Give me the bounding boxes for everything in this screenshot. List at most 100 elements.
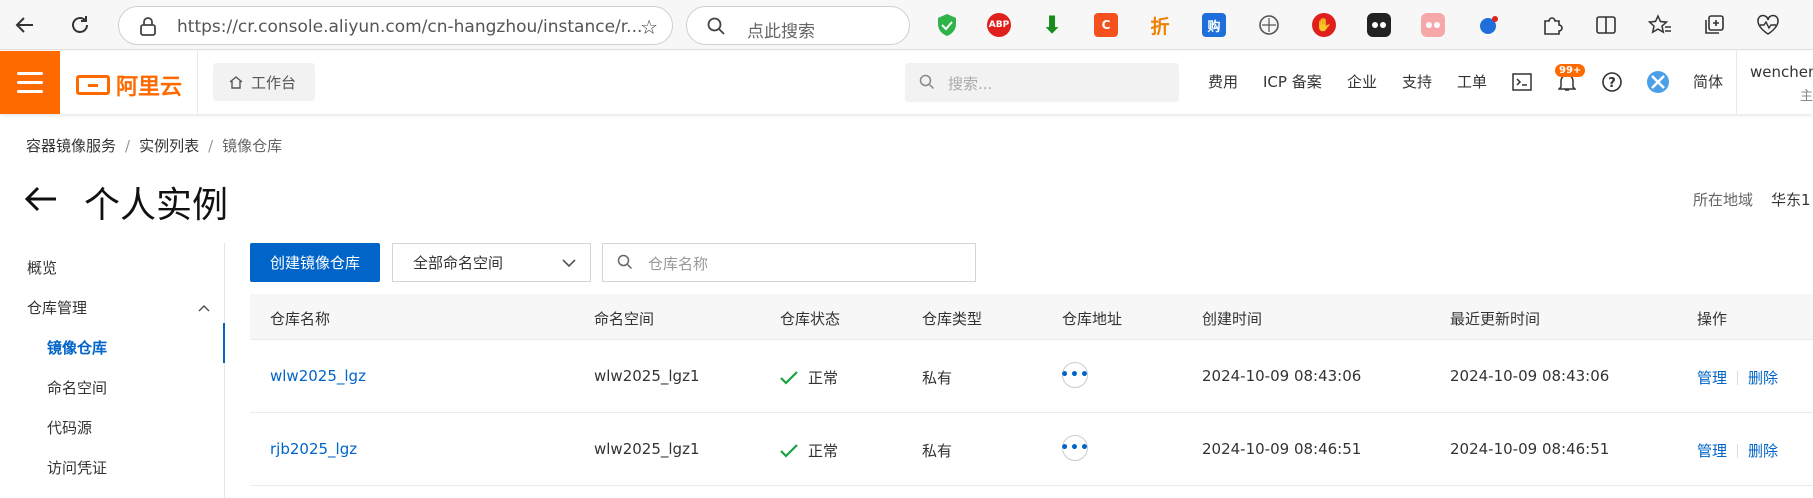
create-repo-button[interactable]: 创建镜像仓库 [250, 243, 380, 282]
sidebar-item-code-source[interactable]: 代码源 [47, 417, 92, 438]
c-icon[interactable]: C [1094, 13, 1118, 37]
search-icon [707, 17, 725, 39]
col-created: 创建时间 [1202, 310, 1263, 328]
nav-ticket[interactable]: 工单 [1457, 71, 1487, 92]
col-address: 仓库地址 [1062, 310, 1123, 328]
favorites-icon[interactable] [1648, 13, 1672, 37]
repo-name-link[interactable]: rjb2025_lgz [270, 440, 357, 458]
console-search-placeholder: 搜索... [948, 75, 993, 93]
repo-status: 正常 [780, 440, 838, 461]
workbench-label: 工作台 [251, 73, 297, 92]
repo-type: 私有 [922, 369, 953, 387]
home-icon [229, 76, 243, 89]
download-icon[interactable]: ⬇ [1040, 11, 1064, 39]
logo-text: 阿里云 [116, 75, 183, 100]
repo-name-link[interactable]: wlw2025_lgz [270, 367, 366, 385]
repo-namespace: wlw2025_lgz1 [594, 440, 700, 458]
heartbeat-icon[interactable] [1756, 13, 1780, 37]
delete-link[interactable]: 删除 [1748, 367, 1778, 388]
workbench-button[interactable]: 工作台 [213, 63, 315, 101]
table-row: rjb2025_lgz wlw2025_lgz1 正常 私有 ••• 2024-… [250, 413, 1813, 486]
record-icon[interactable] [1421, 13, 1445, 37]
more-icon[interactable]: ••• [1060, 362, 1089, 388]
browser-search[interactable]: 点此搜索 [686, 6, 910, 45]
nav-support[interactable]: 支持 [1402, 71, 1432, 92]
console-topbar: 阿里云 工作台 搜索... 费用 ICP 备案 企业 支持 工单 99+ ? 简… [0, 51, 1813, 114]
page-title: 个人实例 [84, 185, 229, 226]
delete-link[interactable]: 删除 [1748, 440, 1778, 461]
back-icon[interactable] [8, 8, 42, 42]
repo-type: 私有 [922, 442, 953, 460]
repo-updated: 2024-10-09 08:43:06 [1450, 367, 1610, 385]
collections-icon[interactable] [1702, 13, 1726, 37]
compass-icon[interactable] [1257, 13, 1281, 37]
notification-badge: 99+ [1555, 64, 1586, 77]
repo-name-search[interactable]: 仓库名称 [602, 243, 976, 282]
refresh-icon[interactable] [63, 8, 97, 42]
breadcrumb-sep: / [208, 137, 214, 155]
browser-search-placeholder: 点此搜索 [747, 22, 815, 42]
user-name[interactable]: wenchen [1750, 63, 1813, 81]
media-icon[interactable] [1367, 13, 1391, 37]
region-label: 所在地域 [1693, 191, 1754, 209]
back-arrow-icon[interactable] [24, 185, 58, 219]
col-updated: 最近更新时间 [1450, 310, 1541, 328]
action-divider [1737, 443, 1739, 458]
sidebar: 概览 仓库管理 镜像仓库 命名空间 代码源 访问凭证 [0, 243, 225, 498]
translate-icon[interactable] [1477, 13, 1501, 37]
lock-icon[interactable] [139, 17, 157, 41]
region-value[interactable]: 华东1 [1771, 191, 1811, 209]
address-bar[interactable]: https://cr.console.aliyun.com/cn-hangzho… [118, 6, 673, 45]
breadcrumb-sep: / [125, 137, 131, 155]
language-switch[interactable]: 简体 [1693, 71, 1723, 92]
breadcrumb-current: 镜像仓库 [222, 137, 283, 155]
chevron-up-icon[interactable] [198, 300, 210, 316]
menu-icon[interactable] [0, 51, 60, 114]
manage-link[interactable]: 管理 [1697, 367, 1727, 388]
chevron-down-icon [562, 253, 576, 272]
breadcrumb-instance-list[interactable]: 实例列表 [139, 137, 199, 155]
nav-fees[interactable]: 费用 [1208, 71, 1238, 92]
terminal-icon[interactable] [1510, 70, 1534, 94]
search-icon [617, 254, 633, 274]
more-icon[interactable]: ••• [1060, 435, 1089, 461]
shield-icon[interactable] [935, 13, 959, 37]
sidebar-item-image-repo[interactable]: 镜像仓库 [47, 337, 107, 358]
zhe-icon[interactable]: 折 [1148, 13, 1172, 38]
sidebar-item-repo-management[interactable]: 仓库管理 [27, 297, 87, 318]
col-repo-name: 仓库名称 [270, 310, 331, 328]
app-icon[interactable] [1646, 70, 1670, 94]
aliyun-logo[interactable]: 阿里云 [76, 69, 182, 101]
user-role: 主 [1800, 89, 1813, 104]
star-icon[interactable]: ☆ [640, 15, 658, 39]
split-icon[interactable] [1594, 13, 1618, 37]
sidebar-item-overview[interactable]: 概览 [27, 257, 57, 278]
col-type: 仓库类型 [922, 310, 983, 328]
breadcrumb: 容器镜像服务 / 实例列表 / 镜像仓库 [26, 135, 282, 156]
puzzle-icon[interactable] [1540, 13, 1564, 37]
browser-toolbar: https://cr.console.aliyun.com/cn-hangzho… [0, 0, 1813, 50]
breadcrumb-cr-service[interactable]: 容器镜像服务 [26, 137, 116, 155]
sidebar-item-namespace[interactable]: 命名空间 [47, 377, 107, 398]
hand-icon[interactable]: ✋ [1312, 13, 1336, 37]
namespace-select[interactable]: 全部命名空间 [392, 243, 591, 282]
repo-name-placeholder: 仓库名称 [648, 255, 709, 273]
repo-created: 2024-10-09 08:43:06 [1202, 367, 1362, 385]
nav-enterprise[interactable]: 企业 [1347, 71, 1377, 92]
col-status: 仓库状态 [780, 310, 841, 328]
manage-link[interactable]: 管理 [1697, 440, 1727, 461]
divider [197, 51, 198, 114]
repo-updated: 2024-10-09 08:46:51 [1450, 440, 1610, 458]
svg-text:?: ? [1608, 76, 1616, 91]
nav-icp[interactable]: ICP 备案 [1263, 71, 1322, 92]
gou-icon[interactable]: 购 [1202, 13, 1226, 37]
namespace-select-value: 全部命名空间 [413, 254, 504, 272]
adblock-icon[interactable]: ABP [987, 13, 1011, 37]
region-info: 所在地域 华东1 [1693, 189, 1811, 210]
sidebar-item-credentials[interactable]: 访问凭证 [47, 457, 107, 478]
console-search-input[interactable]: 搜索... [905, 63, 1179, 102]
check-icon [780, 370, 798, 385]
table-header: 仓库名称 命名空间 仓库状态 仓库类型 仓库地址 创建时间 最近更新时间 操作 [250, 294, 1813, 340]
help-icon[interactable]: ? [1600, 70, 1624, 94]
url-text[interactable]: https://cr.console.aliyun.com/cn-hangzho… [177, 17, 642, 37]
